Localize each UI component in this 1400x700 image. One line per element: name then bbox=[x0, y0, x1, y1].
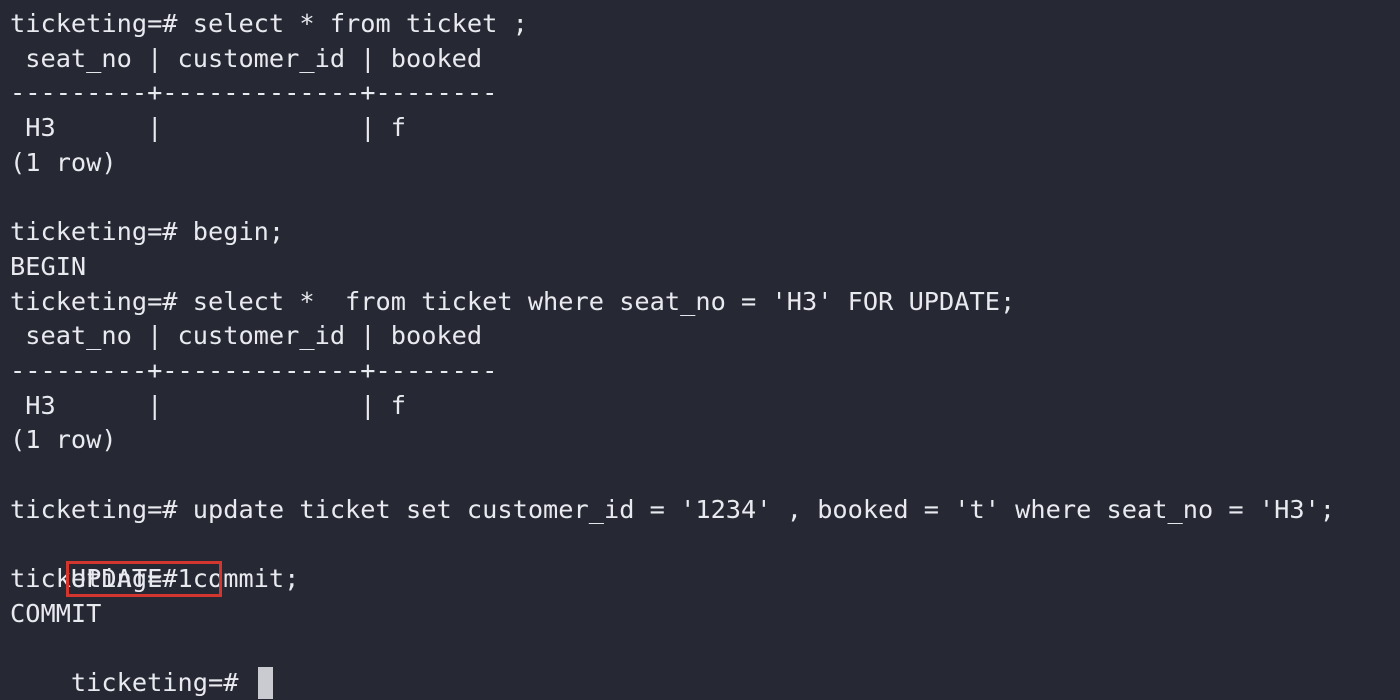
result-separator: ---------+-------------+-------- bbox=[10, 355, 498, 385]
row-count: (1 row) bbox=[10, 425, 117, 455]
terminal-line: ticketing=# select * from ticket ; bbox=[10, 9, 528, 38]
text-cursor[interactable] bbox=[257, 667, 273, 700]
terminal-window[interactable]: ticketing=# select * from ticket ; seat_… bbox=[0, 0, 1400, 700]
prompt: ticketing=# bbox=[70, 668, 254, 698]
result-header: seat_no | customer_id | booked bbox=[10, 321, 483, 351]
command-output: BEGIN bbox=[10, 251, 87, 281]
result-row: H3 | | f bbox=[10, 390, 406, 420]
result-separator: ---------+-------------+-------- bbox=[10, 78, 498, 108]
terminal-line: ticketing=# update ticket set customer_i… bbox=[10, 494, 1336, 524]
terminal-line: ticketing=# begin; bbox=[10, 217, 285, 247]
command-output: COMMIT bbox=[10, 598, 102, 628]
result-header: seat_no | customer_id | booked bbox=[10, 43, 483, 73]
result-row: H3 | | f bbox=[10, 113, 406, 143]
row-count: (1 row) bbox=[10, 147, 117, 177]
terminal-line: ticketing=# select * from ticket where s… bbox=[10, 286, 1016, 316]
command-output-line: UPDATE 1 bbox=[10, 527, 1400, 598]
update-result-highlight: UPDATE 1 bbox=[65, 561, 222, 598]
active-prompt-line[interactable]: ticketing=# bbox=[10, 631, 1400, 700]
